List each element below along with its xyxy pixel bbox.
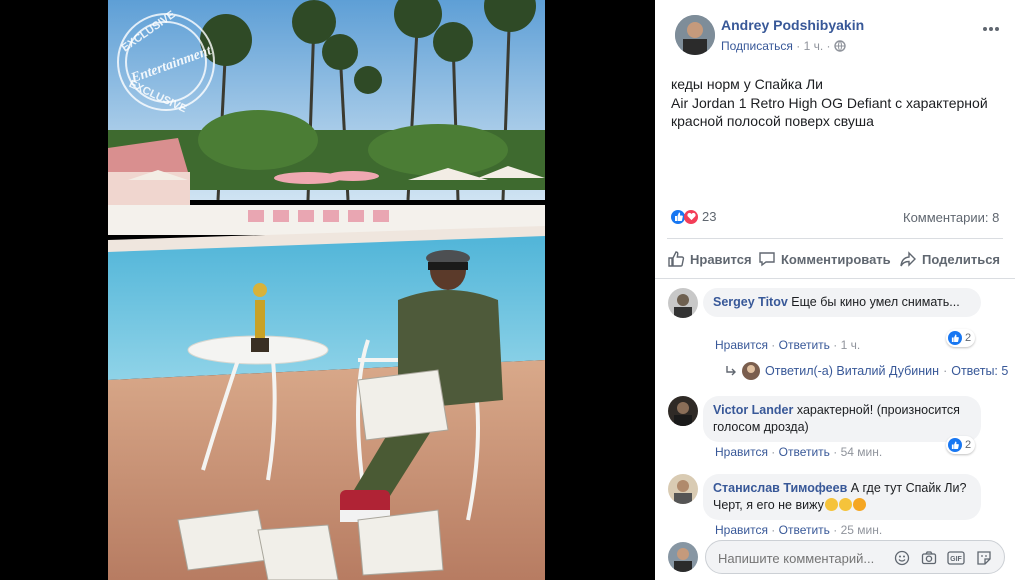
share-button-label: Поделиться: [922, 251, 1001, 267]
photo-viewer: EXCLUSIVE Entertainment EXCLUSIVE: [0, 0, 655, 580]
replied-by: Ответил(-а) Виталий Дубинин: [765, 364, 940, 378]
comment-bubble: Sergey Titov Еще бы кино умел снимать...: [703, 288, 981, 317]
replier-avatar: [742, 362, 760, 380]
comment-reactions[interactable]: 2: [946, 329, 976, 347]
reply-arrow-icon: [726, 366, 736, 376]
expressionless-emoji-icon: [838, 498, 852, 511]
comments-count[interactable]: Комментарии: 8: [903, 210, 999, 225]
comment-button[interactable]: Комментировать: [758, 250, 891, 268]
like-reaction-icon: [671, 209, 685, 224]
meta-separator: ·: [826, 39, 831, 53]
comment-composer[interactable]: GIF: [705, 540, 1005, 574]
globe-icon: [834, 40, 846, 52]
more-dots-icon: [983, 27, 999, 31]
post-photo[interactable]: EXCLUSIVE Entertainment EXCLUSIVE: [108, 0, 545, 580]
comment-reply-link[interactable]: Ответить: [779, 338, 830, 352]
divider: [655, 278, 1015, 279]
comment-reply-link[interactable]: Ответить: [779, 523, 830, 537]
avatar-photo-icon: [668, 542, 698, 572]
reaction-count: 23: [702, 209, 717, 224]
post-meta: Подписаться · 1 ч. ·: [721, 39, 846, 53]
avatar-photo-icon: [668, 396, 698, 426]
comment-author[interactable]: Станислав Тимофеев: [713, 481, 847, 495]
divider: [667, 238, 1003, 239]
comment-text: Еще бы кино умел снимать...: [791, 295, 960, 309]
like-button[interactable]: Нравится: [667, 250, 752, 268]
author-avatar[interactable]: [675, 15, 715, 55]
comment-author[interactable]: Victor Lander: [713, 403, 793, 417]
commenter-avatar[interactable]: [668, 474, 698, 504]
subscribe-link[interactable]: Подписаться: [721, 39, 793, 53]
photo-illustration: EXCLUSIVE Entertainment EXCLUSIVE: [108, 0, 545, 580]
comment-icon: [759, 252, 775, 267]
author-name[interactable]: Andrey Podshibyakin: [721, 17, 864, 33]
svg-text:GIF: GIF: [950, 556, 962, 563]
commenter-avatar[interactable]: [668, 288, 698, 318]
current-user-avatar: [668, 542, 698, 572]
comment-meta: Нравится · Ответить · 54 мин.: [715, 445, 883, 459]
comment-time[interactable]: 54 мин.: [841, 445, 883, 459]
avatar-photo-icon: [668, 474, 698, 504]
replies-summary[interactable]: Ответил(-а) Виталий Дубинин · Ответы: 5: [725, 362, 1008, 380]
post-text: кеды норм у Спайка Ли Air Jordan 1 Retro…: [671, 75, 988, 131]
post-text-line: Air Jordan 1 Retro High OG Defiant с хар…: [671, 94, 988, 111]
reaction-summary[interactable]: 23: [671, 209, 716, 224]
post-text-line: красной полосой поверх свуша: [671, 113, 874, 129]
comment-reaction-count: 2: [965, 439, 972, 451]
post-text-line: кеды норм у Спайка Ли: [671, 76, 824, 92]
commenter-avatar[interactable]: [668, 396, 698, 426]
author-photo-icon: [675, 15, 715, 55]
like-reaction-icon: [948, 331, 962, 345]
reply-separator: ·: [943, 364, 948, 378]
comment-like-link[interactable]: Нравится: [715, 338, 768, 352]
comment-author[interactable]: Sergey Titov: [713, 295, 788, 309]
comment-meta: Нравится · Ответить · 1 ч.: [715, 338, 861, 352]
comment-bubble: Victor Lander характерной! (произносится…: [703, 396, 981, 442]
post-time[interactable]: 1 ч.: [804, 39, 824, 53]
replies-count: Ответы: 5: [951, 364, 1009, 378]
avatar-photo-icon: [668, 288, 698, 318]
comment-reactions[interactable]: 2: [946, 436, 976, 454]
share-button[interactable]: Поделиться: [899, 250, 1000, 268]
comment-time[interactable]: 1 ч.: [841, 338, 861, 352]
like-button-label: Нравится: [690, 251, 752, 267]
comment-bubble: Станислав Тимофеев А где тут Спайк Ли? Ч…: [703, 474, 981, 520]
comment-reply-link[interactable]: Ответить: [779, 445, 830, 459]
emoji-picker-icon[interactable]: [894, 550, 910, 566]
meta-separator: ·: [796, 39, 801, 53]
love-reaction-icon: [684, 209, 698, 224]
share-icon: [900, 251, 916, 267]
confused-emoji-icon: [824, 498, 838, 511]
gif-icon[interactable]: GIF: [947, 550, 965, 566]
comment-reaction-count: 2: [965, 332, 972, 344]
thumbs-up-icon: [668, 251, 685, 267]
comment-like-link[interactable]: Нравится: [715, 445, 768, 459]
comment-meta: Нравится · Ответить · 25 мин.: [715, 523, 883, 537]
more-options-button[interactable]: [981, 20, 1001, 31]
sticker-icon[interactable]: [976, 550, 992, 566]
like-reaction-icon: [948, 438, 962, 452]
comment-time[interactable]: 25 мин.: [841, 523, 883, 537]
comment-input[interactable]: [716, 547, 890, 569]
camera-icon[interactable]: [921, 550, 937, 566]
post-side-panel: Andrey Podshibyakin Подписаться · 1 ч. ·…: [655, 0, 1015, 580]
comment-button-label: Комментировать: [781, 251, 891, 267]
confounded-emoji-icon: [852, 498, 866, 511]
comment-like-link[interactable]: Нравится: [715, 523, 768, 537]
